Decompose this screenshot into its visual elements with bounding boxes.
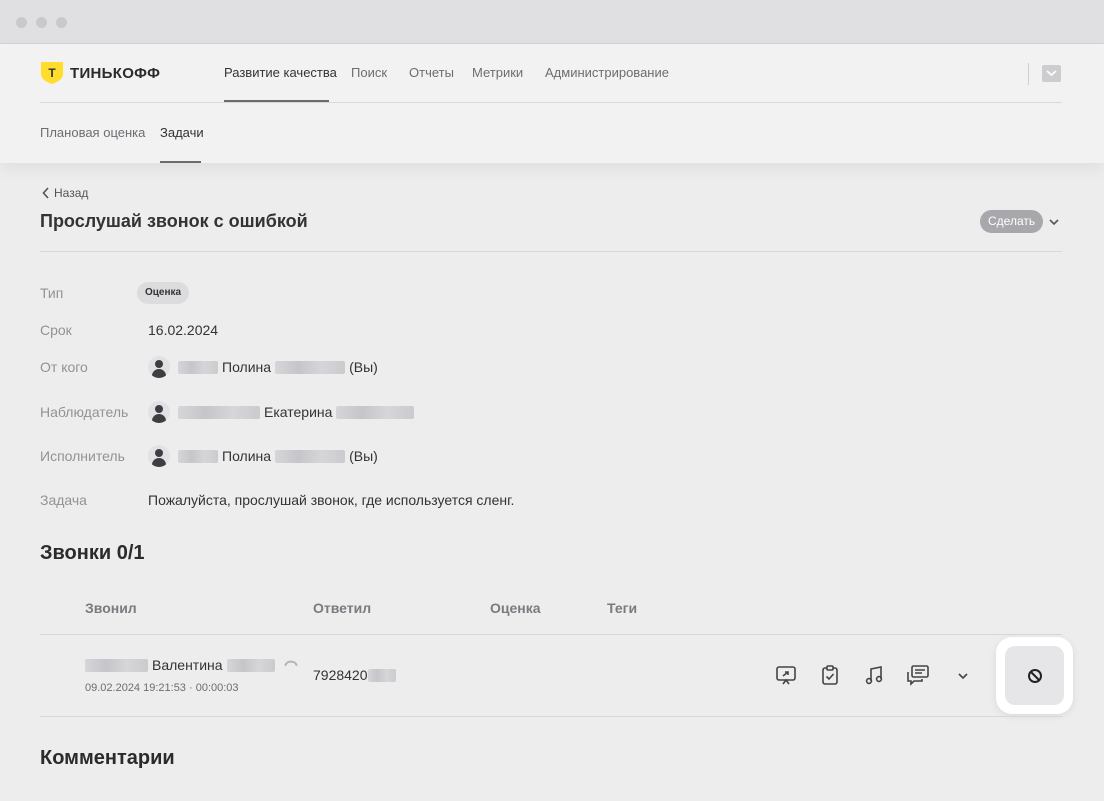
nav-item-quality[interactable]: Развитие качества [224,65,337,80]
redacted-text [336,405,415,419]
from-label: От кого [40,359,88,375]
redacted-text [178,360,218,374]
avatar [148,401,170,423]
logo-mark: Т [48,66,56,80]
brand-logo[interactable]: Т ТИНЬКОФФ [40,61,160,85]
chat-icon[interactable] [905,662,931,688]
redacted-text [275,449,346,463]
type-badge: Оценка [137,282,190,304]
avatar [148,445,170,467]
window-maximize-dot[interactable] [56,17,67,28]
observer-name: Екатерина [264,404,333,420]
redacted-text [367,668,396,682]
from-person[interactable]: Полина (Вы) [148,356,378,378]
task-label: Задача [40,492,87,508]
redacted-text [275,360,346,374]
redacted-text [85,658,148,672]
answered-cell: 7928420 [313,667,396,683]
share-icon[interactable] [773,662,799,688]
due-value: 16.02.2024 [148,322,219,338]
table-header-divider [40,634,1062,635]
back-label: Назад [54,186,89,200]
column-header-caller: Звонил [85,600,137,616]
caller-name: Валентина [152,657,223,673]
app-header: Т ТИНЬКОФФ Развитие качества Поиск Отчет… [0,44,1104,163]
redacted-text [226,658,275,672]
redacted-text [178,449,218,463]
hangup-icon [284,660,298,666]
nav-item-metrics[interactable]: Метрики [472,65,523,80]
title-divider [40,251,1062,252]
observer-label: Наблюдатель [40,404,129,420]
window-close-dot[interactable] [16,17,27,28]
from-suffix: (Вы) [349,359,378,375]
call-datetime-duration: 09.02.2024 19:21:53 · 00:00:03 [85,682,239,694]
table-row-divider [40,716,1062,717]
nav-item-search[interactable]: Поиск [351,65,387,80]
do-button[interactable]: Сделать [980,210,1044,233]
calls-title: Звонки 0/1 [40,542,145,564]
type-label: Тип [40,285,64,301]
due-label: Срок [40,322,72,338]
task-description: Пожалуйста, прослушай звонок, где исполь… [148,492,515,508]
comments-title: Комментарии [40,747,175,769]
assignee-name: Полина [222,448,272,464]
back-link[interactable]: Назад [42,186,88,200]
header-divider [40,102,1062,103]
column-header-tags: Теги [607,600,638,616]
shield-logo-icon: Т [41,62,63,84]
nav-item-reports[interactable]: Отчеты [409,65,454,80]
inbox-icon[interactable] [1042,65,1061,82]
block-icon [1027,668,1042,683]
observer-person[interactable]: Екатерина [148,401,415,423]
window-titlebar [0,0,1104,44]
caller-cell: Валентина [85,657,275,673]
chevron-down-icon[interactable] [955,668,971,684]
from-name: Полина [222,359,272,375]
avatar [148,356,170,378]
window-minimize-dot[interactable] [36,17,47,28]
redacted-text [178,405,260,419]
clipboard-check-icon[interactable] [817,662,843,688]
subnav-item-planned[interactable]: Плановая оценка [40,125,145,140]
chevron-down-icon[interactable] [1047,215,1061,229]
column-header-rating: Оценка [490,600,541,616]
assignee-person[interactable]: Полина (Вы) [148,445,378,467]
assignee-label: Исполнитель [40,448,125,464]
header-vertical-divider [1028,63,1029,85]
subnav-active-indicator [160,161,201,163]
chevron-left-icon [42,187,49,199]
page-title: Прослушай звонок с ошибкой [40,211,308,231]
assignee-suffix: (Вы) [349,448,378,464]
music-note-icon[interactable] [861,662,887,688]
logo-text: ТИНЬКОФФ [70,64,161,82]
nav-item-admin[interactable]: Администрирование [545,65,669,80]
answered-number: 7928420 [313,667,368,683]
column-header-answered: Ответил [313,600,372,616]
subnav-item-tasks[interactable]: Задачи [160,125,204,140]
block-button[interactable] [1005,646,1064,705]
